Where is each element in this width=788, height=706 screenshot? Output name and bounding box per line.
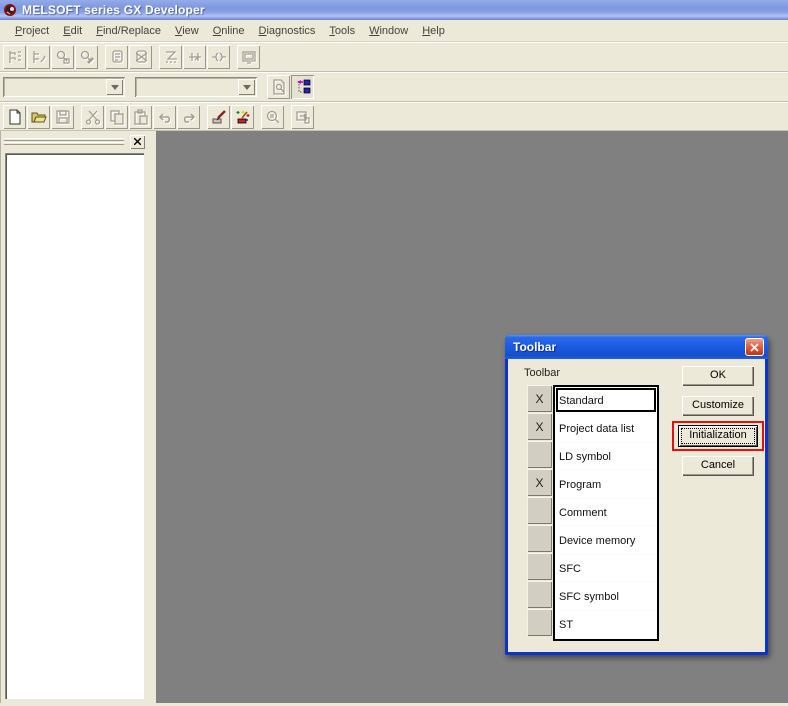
- list-item-st[interactable]: ST: [555, 611, 657, 639]
- list-item-standard[interactable]: Standard: [555, 387, 657, 415]
- toolbar-standard: [0, 102, 788, 131]
- menu-window[interactable]: Window: [362, 23, 415, 39]
- menu-diagnostics[interactable]: Diagnostics: [252, 23, 323, 39]
- ladder-branch-icon[interactable]: [3, 45, 26, 69]
- project-tree-panel-header[interactable]: [1, 131, 148, 152]
- dialog-title: Toolbar: [513, 340, 745, 354]
- close-icon[interactable]: [130, 135, 145, 149]
- list-item-project-data-list[interactable]: Project data list: [555, 415, 657, 443]
- checkbox-st[interactable]: [527, 609, 552, 636]
- checkbox-sfc[interactable]: [527, 553, 552, 580]
- close-icon[interactable]: [745, 338, 764, 356]
- window-title: MELSOFT series GX Developer: [22, 3, 205, 17]
- checkbox-standard[interactable]: X: [527, 385, 552, 412]
- screen-transfer-icon[interactable]: [291, 105, 314, 129]
- open-folder-icon[interactable]: [27, 105, 50, 129]
- undo-icon[interactable]: [153, 105, 176, 129]
- melsoft-app-icon: [3, 3, 18, 18]
- program-combobox[interactable]: [3, 77, 125, 97]
- step-combobox-value: [135, 77, 238, 97]
- menu-find-replace[interactable]: Find/Replace: [89, 23, 168, 39]
- chevron-down-icon[interactable]: [238, 79, 255, 95]
- checkbox-device-memory[interactable]: [527, 525, 552, 552]
- menu-view[interactable]: View: [168, 23, 206, 39]
- dialog-titlebar: Toolbar: [505, 335, 768, 359]
- new-file-icon[interactable]: [3, 105, 26, 129]
- menu-online[interactable]: Online: [206, 23, 252, 39]
- ladder-monitor-icon[interactable]: [183, 45, 206, 69]
- annotation-highlight-rectangle: [672, 421, 764, 451]
- list-item-ld-symbol[interactable]: LD symbol: [555, 443, 657, 471]
- ladder-zoom-icon[interactable]: [159, 45, 182, 69]
- find-document-icon[interactable]: [267, 75, 290, 99]
- panel-gripper[interactable]: [4, 137, 124, 146]
- copy-icon[interactable]: [105, 105, 128, 129]
- checkbox-project-data-list[interactable]: X: [527, 413, 552, 440]
- toolbar-group-label: Toolbar: [524, 367, 560, 379]
- checkbox-ld-symbol[interactable]: [527, 441, 552, 468]
- list-item-sfc-symbol[interactable]: SFC symbol: [555, 583, 657, 611]
- menubar: Project Edit Find/Replace View Online Di…: [0, 20, 788, 42]
- program-combobox-value: [3, 77, 106, 97]
- toolbar-dialog: Toolbar Toolbar X X X Standard Project d…: [505, 335, 768, 655]
- redo-icon[interactable]: [177, 105, 200, 129]
- list-item-program[interactable]: Program: [555, 471, 657, 499]
- device-test-icon[interactable]: [207, 45, 230, 69]
- project-data-list-icon[interactable]: [291, 75, 314, 99]
- dialog-client: Toolbar X X X Standard Project data list…: [508, 359, 765, 652]
- plc-write-icon[interactable]: [129, 45, 152, 69]
- list-item-device-memory[interactable]: Device memory: [555, 527, 657, 555]
- app-window: MELSOFT series GX Developer Project Edit…: [0, 0, 788, 706]
- list-item-sfc[interactable]: SFC: [555, 555, 657, 583]
- paste-icon[interactable]: [129, 105, 152, 129]
- chevron-down-icon[interactable]: [106, 79, 123, 95]
- monitor-window-icon[interactable]: [237, 45, 260, 69]
- menu-help[interactable]: Help: [415, 23, 452, 39]
- plc-read-icon[interactable]: [105, 45, 128, 69]
- step-combobox[interactable]: [135, 77, 257, 97]
- checkbox-program[interactable]: X: [527, 469, 552, 496]
- cancel-button[interactable]: Cancel: [682, 456, 754, 476]
- toolbar-name-list: Standard Project data list LD symbol Pro…: [553, 385, 659, 641]
- find-magnifier-icon[interactable]: [261, 105, 284, 129]
- save-floppy-icon[interactable]: [51, 105, 74, 129]
- menu-project[interactable]: Project: [8, 23, 56, 39]
- menu-edit[interactable]: Edit: [56, 23, 89, 39]
- toolbar-ladder: [0, 42, 788, 72]
- toolbar-program: [0, 72, 788, 102]
- titlebar: MELSOFT series GX Developer: [0, 0, 788, 20]
- customize-button[interactable]: Customize: [682, 396, 754, 416]
- checkbox-sfc-symbol[interactable]: [527, 581, 552, 608]
- cut-scissors-icon[interactable]: [81, 105, 104, 129]
- search-device-icon[interactable]: [51, 45, 74, 69]
- project-tree-list[interactable]: [5, 153, 144, 699]
- ladder-branch-edit-icon[interactable]: [27, 45, 50, 69]
- checkbox-comment[interactable]: [527, 497, 552, 524]
- project-tree-panel: [0, 131, 148, 703]
- search-edit-icon[interactable]: [75, 45, 98, 69]
- menu-tools[interactable]: Tools: [322, 23, 362, 39]
- list-item-comment[interactable]: Comment: [555, 499, 657, 527]
- toolbar-checkbox-column: X X X: [527, 385, 553, 637]
- ladder-wand-icon[interactable]: [231, 105, 254, 129]
- ok-button[interactable]: OK: [682, 366, 754, 386]
- ladder-edit-pencil-icon[interactable]: [207, 105, 230, 129]
- panel-divider: [148, 131, 156, 703]
